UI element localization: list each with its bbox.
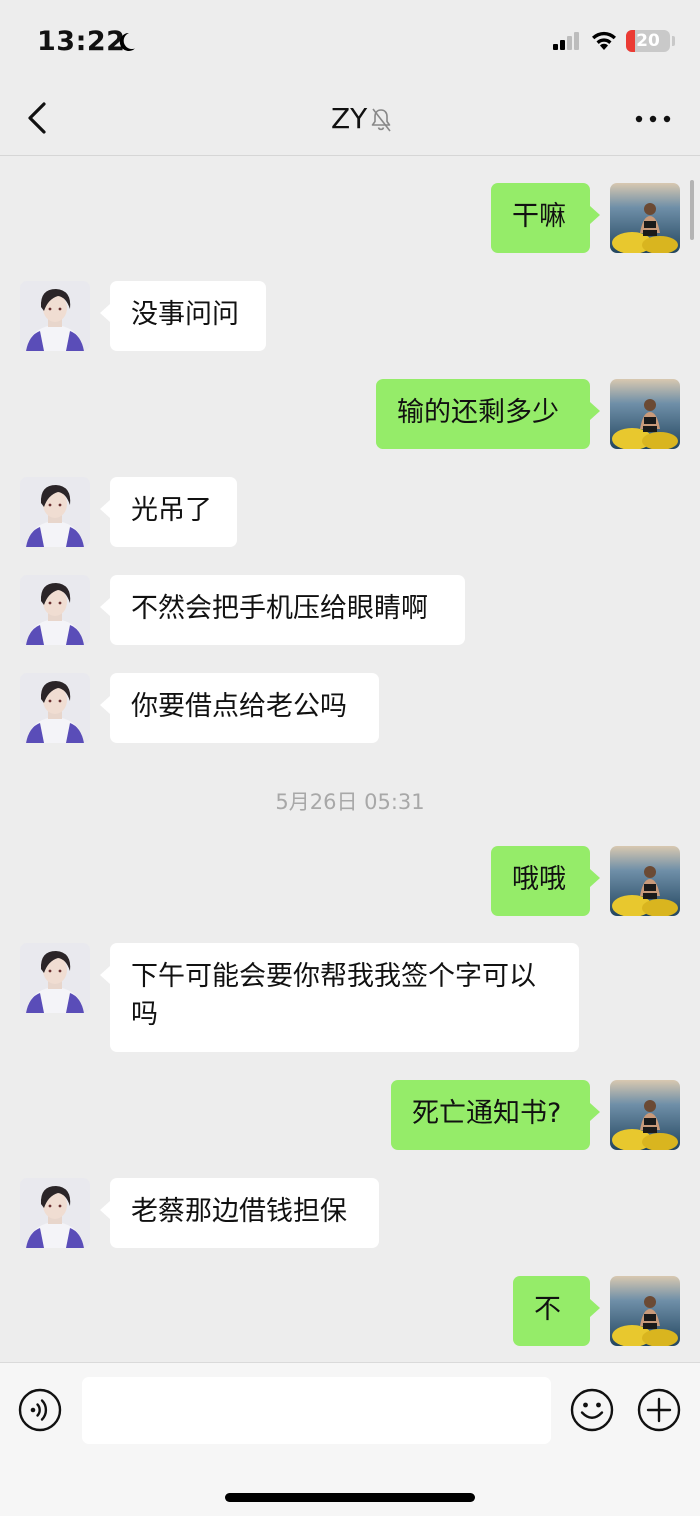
received-bubble[interactable]: 你要借点给老公吗: [100, 673, 379, 743]
avatar[interactable]: [20, 673, 90, 743]
avatar[interactable]: [20, 281, 90, 351]
sent-bubble[interactable]: 哦哦: [491, 846, 600, 916]
plus-icon[interactable]: [637, 1388, 681, 1432]
chat-title: ZY: [331, 102, 368, 135]
status-time: 13:22: [37, 26, 126, 57]
battery-icon: 20: [626, 30, 670, 52]
battery-cap: [672, 36, 675, 46]
sent-bubble[interactable]: 输的还剩多少: [376, 379, 600, 449]
avatar[interactable]: [610, 1276, 680, 1346]
received-bubble[interactable]: 没事问问: [100, 281, 266, 351]
avatar[interactable]: [610, 1080, 680, 1150]
received-bubble[interactable]: 下午可能会要你帮我我签个字可以吗: [100, 943, 579, 1052]
avatar[interactable]: [20, 575, 90, 645]
wifi-icon: [592, 31, 616, 50]
emoji-icon[interactable]: [570, 1388, 614, 1432]
avatar[interactable]: [20, 943, 90, 1013]
received-bubble[interactable]: 光吊了: [100, 477, 237, 547]
home-indicator: [225, 1493, 475, 1502]
chat-timestamp: 5月26日 05:31: [275, 790, 425, 814]
sent-bubble[interactable]: 不: [513, 1276, 600, 1346]
avatar[interactable]: [610, 183, 680, 253]
mute-bell-icon: [371, 108, 391, 132]
avatar[interactable]: [610, 379, 680, 449]
status-bar: 13:22 20: [0, 0, 700, 84]
chat-title-group: ZY: [300, 100, 420, 140]
sent-bubble[interactable]: 干嘛: [491, 183, 600, 253]
sent-bubble[interactable]: 死亡通知书?: [391, 1080, 600, 1150]
avatar[interactable]: [20, 477, 90, 547]
voice-icon[interactable]: [18, 1388, 62, 1432]
message-input[interactable]: [82, 1377, 551, 1444]
input-bar: [0, 1362, 700, 1516]
more-icon[interactable]: [632, 109, 674, 129]
received-bubble[interactable]: 不然会把手机压给眼睛啊: [100, 575, 465, 645]
chat-message-list[interactable]: 干嘛 没事问问 输的还剩多少 光吊了 不然会把手机压给眼睛啊 你要借点给老公吗 …: [0, 156, 700, 1362]
moon-icon: [119, 32, 135, 51]
chat-header: ZY: [0, 84, 700, 156]
scrollbar[interactable]: [690, 180, 694, 240]
battery-level: 20: [636, 31, 660, 51]
received-bubble[interactable]: 老蔡那边借钱担保: [100, 1178, 379, 1248]
signal-icon: [553, 32, 579, 50]
avatar[interactable]: [20, 1178, 90, 1248]
avatar[interactable]: [610, 846, 680, 916]
back-icon[interactable]: [20, 98, 54, 138]
